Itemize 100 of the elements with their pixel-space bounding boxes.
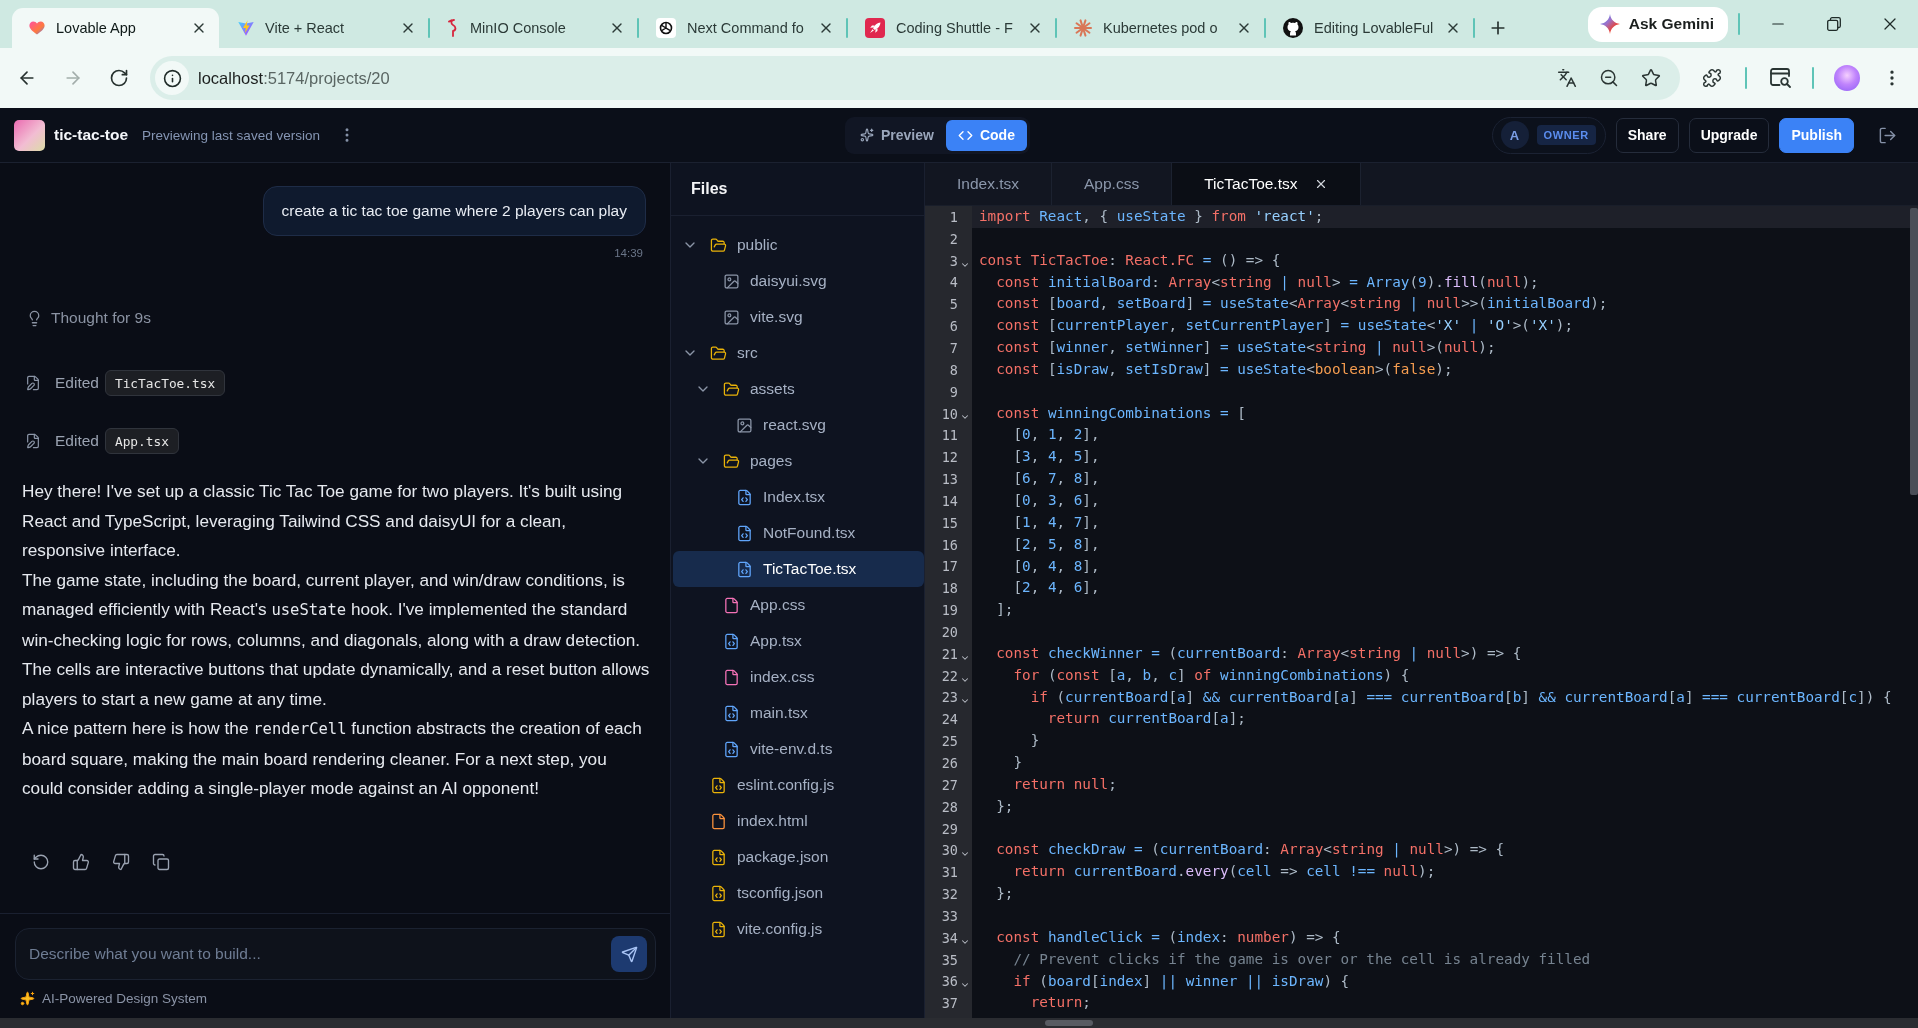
prompt-input[interactable]: Describe what you want to build... (15, 928, 656, 980)
tab-search-icon[interactable] (1770, 68, 1791, 88)
folder-item[interactable]: src (673, 335, 924, 371)
site-info-button[interactable] (155, 61, 189, 95)
ask-gemini-button[interactable]: Ask Gemini (1587, 6, 1728, 42)
view-tab[interactable]: Preview (848, 119, 946, 151)
line-number: 13 (940, 471, 958, 488)
copy-icon[interactable] (152, 852, 170, 871)
browser-tab[interactable]: Coding Shuttle - F (848, 8, 1055, 48)
header-button[interactable]: Upgrade (1688, 117, 1770, 153)
line-number: 37 (940, 995, 958, 1012)
file-item[interactable]: App.tsx (673, 623, 924, 659)
line-number: 12 (940, 449, 958, 466)
file-item[interactable]: vite.config.js (673, 911, 924, 947)
send-icon (620, 945, 638, 963)
code-line: [2, 5, 8], (1012, 534, 1101, 554)
zoom-out-icon[interactable] (1599, 68, 1619, 88)
line-number: 25 (940, 733, 958, 750)
heart-icon (29, 21, 45, 35)
code-line: const checkDraw = (currentBoard: Array<string | null>) => { (995, 840, 1506, 860)
reload-icon[interactable] (109, 68, 129, 88)
file-item[interactable]: App.css (673, 587, 924, 623)
image-file-icon (736, 416, 753, 434)
edit-label: Edited (55, 374, 99, 392)
line-number: 1 (948, 208, 958, 225)
line-number: 5 (948, 296, 958, 313)
line-number: 21 (940, 645, 958, 662)
profile-avatar[interactable] (1834, 65, 1860, 91)
image-file-icon (723, 308, 740, 326)
line-number: 9 (948, 383, 958, 400)
file-item[interactable]: index.html (673, 803, 924, 839)
scrollbar-thumb[interactable] (1045, 1020, 1093, 1026)
browser-tab[interactable]: Kubernetes pod o (1057, 8, 1264, 48)
rotate-left-icon[interactable] (32, 852, 50, 871)
star-icon[interactable] (1641, 68, 1661, 88)
file-tag[interactable]: TicTacToe.tsx (104, 370, 226, 396)
file-item[interactable]: eslint.config.js (673, 767, 924, 803)
folder-open-icon (710, 344, 727, 362)
code-line: [6, 7, 8], (1012, 469, 1101, 489)
send-button[interactable] (611, 936, 647, 972)
code-line: } (1012, 753, 1024, 773)
editor-tab[interactable]: Index.tsx (925, 163, 1053, 205)
browser-tab[interactable]: Editing LovableFul (1266, 8, 1473, 48)
file-item[interactable]: TicTacToe.tsx (673, 551, 924, 587)
project-name[interactable]: tic-tac-toe (54, 126, 129, 144)
header-button[interactable]: Publish (1779, 117, 1854, 153)
file-item[interactable]: vite-env.d.ts (673, 731, 924, 767)
folder-open-icon (723, 380, 740, 398)
reply-paragraph: A nice pattern here is how the renderCell function abstracts the creation of each board square, making the main board rendering cleaner. For a next step, you could consider adding a single-player mode against an AI opponent! (22, 717, 643, 800)
horizontal-scrollbar[interactable] (0, 1018, 1918, 1028)
file-item[interactable]: main.tsx (673, 695, 924, 731)
thought-label[interactable]: Thought for 9s (51, 309, 151, 327)
role-tag: OWNER (1536, 125, 1596, 145)
browser-tab[interactable]: Next Command fo (639, 8, 846, 48)
logout-icon[interactable] (1878, 125, 1897, 145)
line-number: 27 (940, 776, 958, 793)
browser-tab[interactable]: Vite + React (221, 8, 428, 48)
file-item[interactable]: package.json (673, 839, 924, 875)
line-number: 23 (940, 689, 958, 706)
thumbs-up-icon[interactable] (72, 852, 90, 871)
puzzle-icon[interactable] (1702, 68, 1722, 88)
file-item[interactable]: NotFound.tsx (673, 515, 924, 551)
address-field[interactable]: localhost:5174/projects/20 (198, 68, 390, 88)
code-line: }; (995, 796, 1015, 816)
code-line: if (currentBoard[a] && currentBoard[a] === currentBoard[b] && currentBoard[a] === currentBoard[c]) { (1029, 687, 1893, 707)
rocket-icon (865, 18, 885, 38)
code-line: if (board[index] || winner || isDraw) { (1012, 971, 1351, 992)
file-tag[interactable]: App.tsx (104, 428, 179, 454)
restore-icon[interactable] (1827, 17, 1841, 31)
line-number: 32 (940, 886, 958, 903)
translate-icon[interactable] (1557, 68, 1577, 88)
editor-tab[interactable]: TicTacToe.tsx (1172, 163, 1362, 205)
member-pill[interactable]: A OWNER (1491, 116, 1606, 154)
file-item[interactable]: Index.tsx (673, 479, 924, 515)
folder-item[interactable]: public (673, 227, 924, 263)
scrollbar-thumb[interactable] (1910, 208, 1918, 495)
folder-item[interactable]: assets (673, 371, 924, 407)
code-line: const handleClick = (index: number) => { (995, 927, 1342, 947)
thumbs-down-icon[interactable] (112, 852, 130, 871)
file-item[interactable]: tsconfig.json (673, 875, 924, 911)
files-title: Files (691, 180, 728, 198)
code-line: ]; (995, 600, 1015, 620)
gradient-square-icon[interactable] (14, 119, 45, 151)
code-line: return null; (1012, 774, 1118, 794)
browser-tab[interactable]: Lovable App (12, 8, 219, 48)
line-number: 36 (940, 973, 958, 990)
line-number: 4 (948, 274, 958, 291)
browser-tab[interactable]: MinIO Console (430, 8, 637, 48)
file-item[interactable]: daisyui.svg (673, 263, 924, 299)
file-item[interactable]: vite.svg (673, 299, 924, 335)
message-time: 14:39 (614, 246, 643, 261)
view-tab[interactable]: Code (945, 119, 1027, 151)
line-number: 28 (940, 798, 958, 815)
header-button[interactable]: Share (1615, 117, 1679, 153)
code-line: return currentBoard[a]; (1046, 709, 1247, 729)
user-message: create a tic tac toe game where 2 players can play (262, 186, 646, 236)
folder-open-icon (723, 452, 740, 470)
file-item[interactable]: react.svg (673, 407, 924, 443)
file-item[interactable]: index.css (673, 659, 924, 695)
folder-item[interactable]: pages (673, 443, 924, 479)
